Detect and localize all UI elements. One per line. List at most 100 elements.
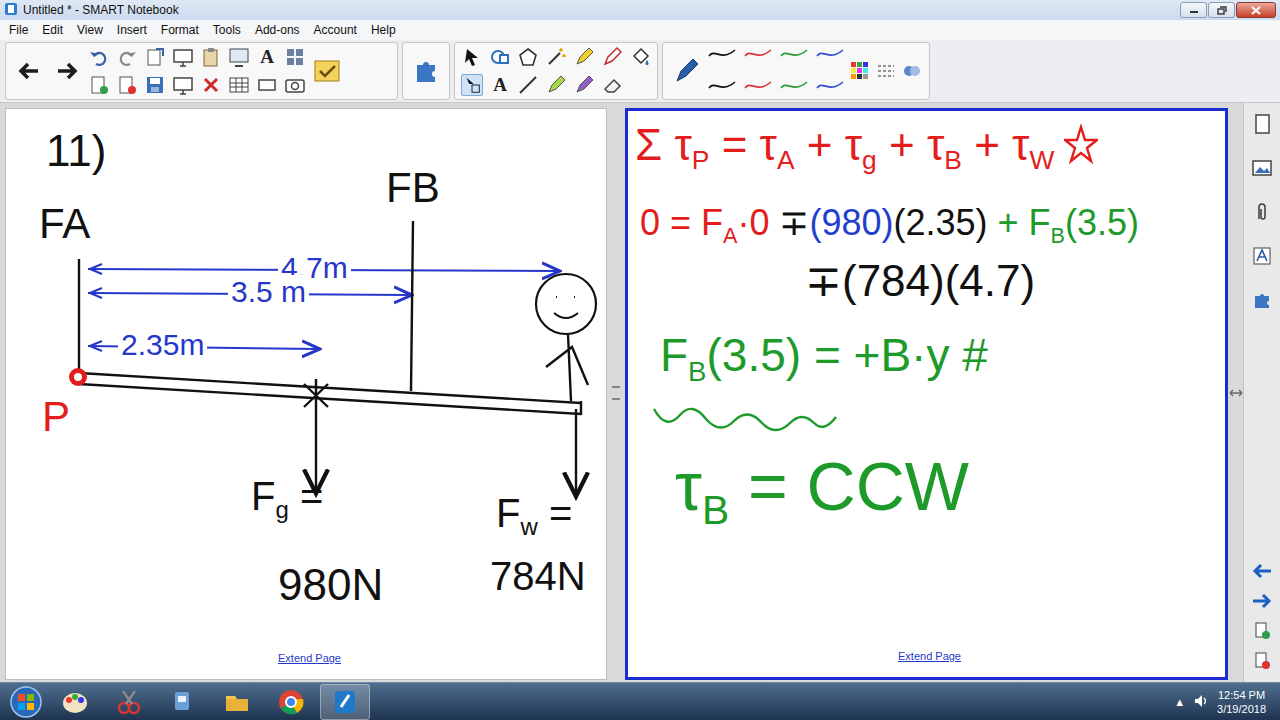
underline-wave [650,401,850,441]
label-dist-b: 3.5 m [228,275,309,308]
add-page-icon[interactable] [1253,622,1271,644]
toolbar: AA [0,40,1280,103]
addpage-icon[interactable] [88,74,110,96]
line-style-icon[interactable] [743,74,773,100]
clock[interactable]: 12:54 PM3/19/2018 [1217,688,1266,716]
menu-item[interactable]: Account [307,21,364,39]
line-style-icon[interactable] [815,42,845,68]
extend-page-link[interactable]: Extend Page [898,650,961,662]
label-problem: 11) [46,127,106,175]
cursor-icon[interactable] [461,46,483,68]
menu-item[interactable]: Format [154,21,206,39]
workspace: 11)FAFB4.7m3.5 m2.35mPFg =980NFw =784NEx… [0,103,1280,682]
page-sorter-icon[interactable] [1251,113,1273,139]
paint-icon[interactable] [50,684,100,720]
menu-bar: FileEditViewInsertFormatToolsAdd-onsAcco… [0,20,1280,40]
attachments-icon[interactable] [1251,201,1273,227]
monitor-icon[interactable] [228,46,250,68]
camera-icon[interactable] [284,74,306,96]
close-icon[interactable] [1236,2,1276,18]
gallery-icon[interactable] [1251,157,1273,183]
text-tool-icon[interactable]: A [256,46,278,68]
save-icon[interactable] [144,74,166,96]
select-icon[interactable] [461,74,483,96]
minimize-icon[interactable] [1180,2,1207,18]
snipping-tool-icon[interactable] [104,684,154,720]
chrome-icon[interactable] [266,684,316,720]
delete-page-icon[interactable] [1253,652,1271,674]
line-icon[interactable] [517,74,539,96]
label-dist-g: 2.35m [118,328,207,361]
rect-icon[interactable] [256,74,278,96]
menu-item[interactable]: Insert [110,21,154,39]
pen-icon[interactable] [669,54,703,88]
properties-icon[interactable] [1251,245,1273,271]
window-controls [1180,2,1276,18]
line-width-icon[interactable] [875,60,897,82]
eraser-icon[interactable] [601,74,623,96]
penP-icon[interactable] [573,74,595,96]
table-icon[interactable] [228,74,250,96]
left-page[interactable]: 11)FAFB4.7m3.5 m2.35mPFg =980NFw =784NEx… [5,108,607,680]
penG-icon[interactable] [545,74,567,96]
puzzle-icon[interactable] [409,54,443,88]
response-icon[interactable] [310,54,344,88]
xred-icon[interactable] [200,74,222,96]
start-button-icon[interactable] [6,684,46,720]
smart-notebook-icon[interactable] [320,684,370,720]
file-explorer-icon[interactable] [212,684,262,720]
line-style-icon[interactable] [707,42,737,68]
menu-item[interactable]: Tools [206,21,248,39]
right-page[interactable]: Σ τP = τA + τg + τB + τW0 = FA·0 ∓(980)(… [625,108,1228,680]
penY-icon[interactable] [573,46,595,68]
link-icon[interactable] [901,60,923,82]
menu-item[interactable]: View [70,21,110,39]
line-style-icon[interactable] [779,42,809,68]
palette-icon[interactable] [849,60,871,82]
equation-line: FB(3.5) = +B·y # [660,330,988,387]
taskbar: ▲ 12:54 PM3/19/2018 [0,682,1280,720]
delpage-icon[interactable] [116,74,138,96]
menu-item[interactable]: Help [364,21,403,39]
penR-icon[interactable] [601,46,623,68]
resize-icon[interactable] [1229,384,1243,402]
menu-item[interactable]: Edit [35,21,70,39]
line-style-icon[interactable] [815,74,845,100]
projector-icon[interactable] [158,684,208,720]
export-icon[interactable] [144,46,166,68]
line-style-icon[interactable] [743,42,773,68]
screen-icon[interactable] [172,46,194,68]
equation-line: Σ τP = τA + τg + τB + τW [635,121,1098,175]
extend-page-link[interactable]: Extend Page [278,652,341,664]
page-splitter[interactable] [607,103,625,682]
paste-icon[interactable] [200,46,222,68]
wand-icon[interactable] [545,46,567,68]
line-style-icon[interactable] [707,74,737,100]
label-force-a: FA [39,201,90,247]
screen-icon[interactable] [172,74,194,96]
restore-icon[interactable] [1208,2,1235,18]
bucket-icon[interactable] [629,46,651,68]
line-style-icon[interactable] [779,74,809,100]
system-tray: ▲ 12:54 PM3/19/2018 [1174,688,1274,716]
pent-icon[interactable] [517,46,539,68]
redo-icon[interactable] [116,46,138,68]
label-force-b: FB [386,165,440,211]
forward-arrow-icon[interactable] [50,54,84,88]
volume-icon[interactable] [1193,693,1209,711]
show-hidden-icons[interactable]: ▲ [1174,696,1185,708]
back-arrow-icon[interactable] [12,54,46,88]
previous-page-icon[interactable] [1251,562,1273,584]
addons-icon[interactable] [1251,289,1273,315]
grid-icon[interactable] [284,46,306,68]
undo-icon[interactable] [88,46,110,68]
menu-item[interactable]: Add-ons [248,21,307,39]
text-tool-icon[interactable]: A [489,74,511,96]
next-page-icon[interactable] [1251,592,1273,614]
shapes-icon[interactable] [489,46,511,68]
menu-item[interactable]: File [2,21,35,39]
properties-group [662,42,930,100]
resize-handle[interactable] [1228,103,1243,682]
label-pivot: P [42,394,70,440]
app-icon [4,2,18,19]
